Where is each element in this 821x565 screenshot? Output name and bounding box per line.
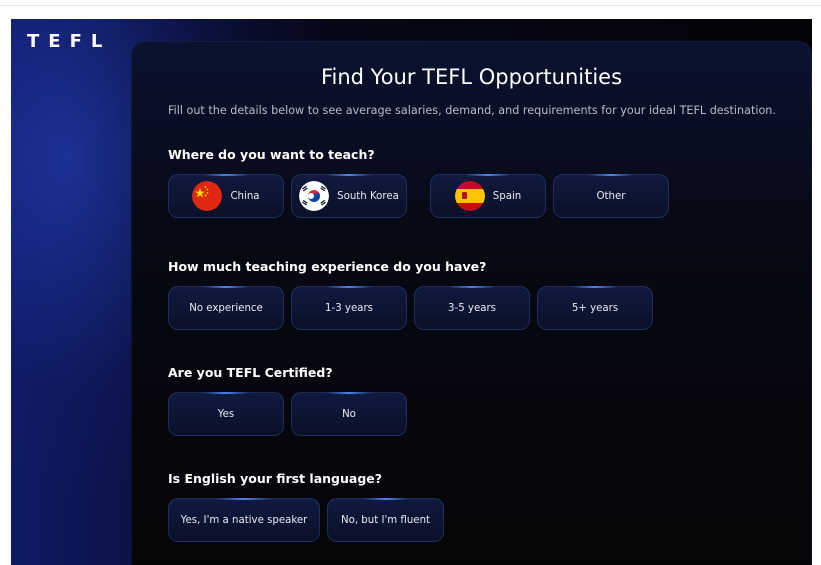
option-5-plus-years-label: 5+ years (571, 302, 619, 314)
option-certified-yes[interactable]: Yes (168, 392, 284, 436)
option-certified-no-label: No (342, 408, 356, 420)
option-fluent[interactable]: No, but I'm fluent (327, 498, 444, 542)
option-china[interactable]: China (168, 174, 284, 218)
option-native-speaker[interactable]: Yes, I'm a native speaker (168, 498, 320, 542)
window-top-border (0, 5, 821, 6)
option-certified-yes-label: Yes (217, 408, 235, 420)
option-fluent-label: No, but I'm fluent (340, 514, 431, 526)
option-certified-no[interactable]: No (291, 392, 407, 436)
option-1-3-years-label: 1-3 years (325, 302, 373, 314)
question-english: Is English your first language? (168, 471, 383, 486)
tefl-logo[interactable]: TEFL (27, 31, 111, 52)
option-3-5-years[interactable]: 3-5 years (414, 286, 530, 330)
page-subtitle: Fill out the details below to see averag… (168, 104, 776, 117)
option-no-experience[interactable]: No experience (168, 286, 284, 330)
app-frame: TEFL Find Your TEFL Opportunities Fill o… (11, 19, 812, 565)
option-3-5-years-label: 3-5 years (448, 302, 496, 314)
china-flag-icon (192, 181, 223, 211)
option-south-korea-label: South Korea (337, 190, 399, 202)
question-certified: Are you TEFL Certified? (168, 365, 333, 380)
option-china-label: China (230, 190, 260, 202)
option-5-plus-years[interactable]: 5+ years (537, 286, 653, 330)
option-spain-label: Spain (492, 190, 522, 202)
question-location: Where do you want to teach? (168, 147, 375, 162)
option-native-speaker-label: Yes, I'm a native speaker (180, 514, 308, 526)
option-other-label: Other (596, 190, 626, 202)
option-south-korea[interactable]: South Korea (291, 174, 407, 218)
option-1-3-years[interactable]: 1-3 years (291, 286, 407, 330)
option-no-experience-label: No experience (189, 302, 263, 314)
south-korea-flag-icon (299, 181, 330, 211)
question-experience: How much teaching experience do you have… (168, 259, 487, 274)
opportunity-form-panel: Find Your TEFL Opportunities Fill out th… (131, 41, 812, 565)
option-other[interactable]: Other (553, 174, 669, 218)
page-title: Find Your TEFL Opportunities (320, 65, 623, 89)
option-spain[interactable]: Spain (430, 174, 546, 218)
spain-flag-icon (454, 181, 485, 211)
